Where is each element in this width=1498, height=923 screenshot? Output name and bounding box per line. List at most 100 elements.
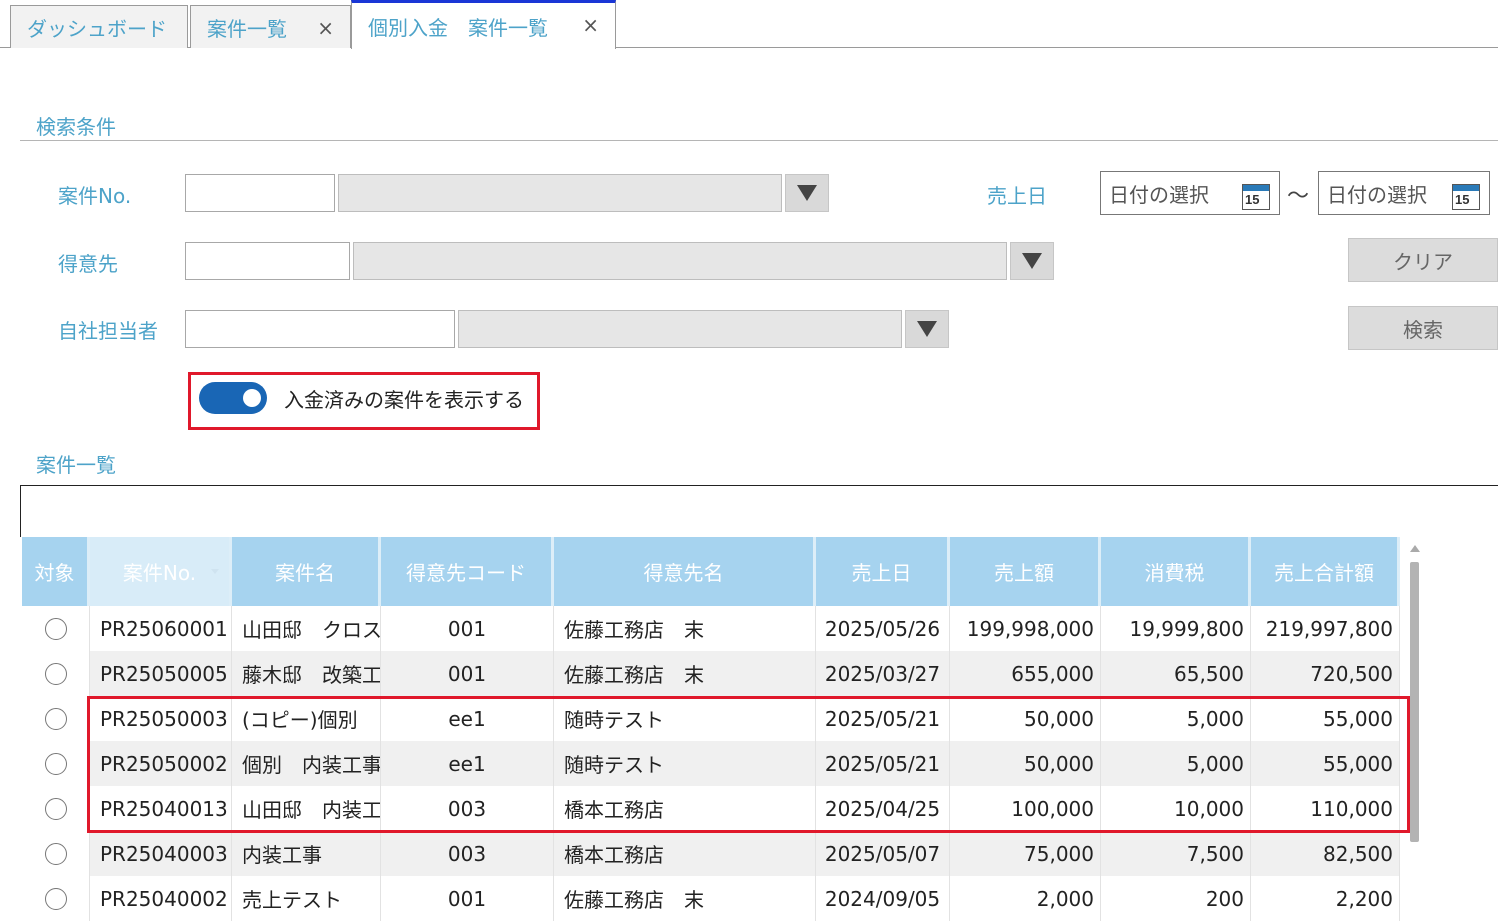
tab-individual-payment-case-list[interactable]: 個別入金 案件一覧 × (351, 0, 616, 49)
row-radio[interactable] (44, 797, 67, 820)
row-radio[interactable] (44, 842, 67, 865)
scroll-thumb[interactable] (1410, 562, 1419, 842)
cell-tax: 19,999,800 (1101, 606, 1251, 651)
customer-code-input[interactable] (185, 242, 350, 280)
cell-sales-amount: 100,000 (950, 786, 1101, 831)
cell-customer-code: 001 (381, 606, 554, 651)
show-paid-toggle-label: 入金済みの案件を表示する (284, 388, 524, 412)
tab-case-list[interactable]: 案件一覧 × (190, 5, 351, 48)
column-header-case-name[interactable]: 案件名 (232, 537, 381, 606)
cell-sales-date: 2025/05/26 (816, 606, 950, 651)
column-header-target[interactable]: 対象 (22, 537, 90, 606)
search-button[interactable]: 検索 (1348, 306, 1498, 350)
row-select-cell[interactable] (22, 696, 90, 741)
cell-total: 82,500 (1251, 831, 1400, 876)
clear-button[interactable]: クリア (1348, 238, 1498, 282)
row-radio[interactable] (44, 662, 67, 685)
staff-code-input[interactable] (185, 310, 455, 348)
cell-tax: 5,000 (1101, 741, 1251, 786)
tab-dashboard[interactable]: ダッシュボード (10, 5, 188, 48)
date-to-field[interactable]: 日付の選択 15 (1318, 171, 1490, 215)
row-select-cell[interactable] (22, 831, 90, 876)
row-select-cell[interactable] (22, 876, 90, 921)
calendar-icon[interactable]: 15 (1452, 184, 1480, 210)
row-select-cell[interactable] (22, 741, 90, 786)
column-header-customer-code[interactable]: 得意先コード (381, 537, 554, 606)
cell-case-no: PR25050003 (90, 696, 232, 741)
vertical-scrollbar[interactable] (1408, 545, 1422, 923)
cell-total: 720,500 (1251, 651, 1400, 696)
row-radio[interactable] (44, 887, 67, 910)
table-row[interactable]: PR25040003 内装工事 003 橋本工務店 2025/05/07 75,… (22, 831, 1400, 876)
calendar-day: 15 (1245, 192, 1260, 207)
column-header-case-no[interactable]: 案件No. (90, 537, 232, 606)
cell-sales-date: 2024/09/05 (816, 876, 950, 921)
row-select-cell[interactable] (22, 786, 90, 831)
table-row[interactable]: PR25050003 (コピー)個別 ee1 随時テスト 2025/05/21 … (22, 696, 1400, 741)
date-from-field[interactable]: 日付の選択 15 (1100, 171, 1280, 215)
cell-tax: 7,500 (1101, 831, 1251, 876)
column-header-sales-date[interactable]: 売上日 (816, 537, 950, 606)
case-no-label: 案件No. (58, 184, 132, 208)
cell-customer-name: 佐藤工務店 末 (554, 606, 816, 651)
calendar-day: 15 (1455, 192, 1470, 207)
cell-tax: 10,000 (1101, 786, 1251, 831)
triangle-down-icon (917, 321, 937, 337)
column-header-sales-amount[interactable]: 売上額 (950, 537, 1101, 606)
row-radio[interactable] (44, 707, 67, 730)
case-no-select[interactable] (338, 174, 782, 212)
tab-label: ダッシュボード (27, 16, 167, 41)
row-radio[interactable] (44, 752, 67, 775)
divider (20, 140, 1498, 141)
column-header-customer-name[interactable]: 得意先名 (554, 537, 816, 606)
grid-group-panel (20, 485, 1498, 537)
cell-case-name: 内装工事 (232, 831, 381, 876)
row-radio[interactable] (44, 617, 67, 640)
sales-date-label: 売上日 (987, 184, 1047, 208)
case-no-input[interactable] (185, 174, 335, 212)
cell-customer-name: 随時テスト (554, 696, 816, 741)
cell-total: 55,000 (1251, 741, 1400, 786)
cell-sales-amount: 75,000 (950, 831, 1101, 876)
show-paid-toggle-highlight: 入金済みの案件を表示する (188, 372, 540, 430)
table-row[interactable]: PR25040002 売上テスト 001 佐藤工務店 末 2024/09/05 … (22, 876, 1400, 921)
tab-bar: ダッシュボード 案件一覧 × 個別入金 案件一覧 × (0, 0, 1498, 49)
table-row[interactable]: PR25040013 山田邸 内装工 003 橋本工務店 2025/04/25 … (22, 786, 1400, 831)
close-icon[interactable]: × (582, 13, 599, 37)
staff-dropdown-button[interactable] (905, 310, 949, 348)
show-paid-toggle[interactable] (199, 382, 267, 414)
column-header-tax[interactable]: 消費税 (1101, 537, 1251, 606)
cell-case-name: 山田邸 クロス (232, 606, 381, 651)
calendar-icon[interactable]: 15 (1242, 184, 1270, 210)
cell-customer-code: ee1 (381, 696, 554, 741)
cell-sales-amount: 50,000 (950, 741, 1101, 786)
cell-case-name: 売上テスト (232, 876, 381, 921)
table-row[interactable]: PR25050002 個別 内装工事 ee1 随時テスト 2025/05/21 … (22, 741, 1400, 786)
staff-select[interactable] (458, 310, 902, 348)
cell-customer-name: 佐藤工務店 末 (554, 876, 816, 921)
case-no-dropdown-button[interactable] (785, 174, 829, 212)
date-from-placeholder: 日付の選択 (1109, 182, 1209, 207)
tab-label: 案件一覧 (207, 16, 287, 41)
cell-total: 55,000 (1251, 696, 1400, 741)
cell-case-name: 藤木邸 改築工 (232, 651, 381, 696)
cell-case-no: PR25040002 (90, 876, 232, 921)
cell-tax: 65,500 (1101, 651, 1251, 696)
cell-customer-code: 003 (381, 786, 554, 831)
list-section-title: 案件一覧 (36, 453, 116, 477)
customer-select[interactable] (353, 242, 1007, 280)
cell-sales-date: 2025/03/27 (816, 651, 950, 696)
cell-case-name: 山田邸 内装工 (232, 786, 381, 831)
table-row[interactable]: PR25060001 山田邸 クロス 001 佐藤工務店 末 2025/05/2… (22, 606, 1400, 651)
triangle-down-icon (797, 185, 817, 201)
scroll-up-arrow-icon[interactable] (1410, 545, 1420, 552)
row-select-cell[interactable] (22, 651, 90, 696)
table-row[interactable]: PR25050005 藤木邸 改築工 001 佐藤工務店 末 2025/03/2… (22, 651, 1400, 696)
cell-customer-code: ee1 (381, 741, 554, 786)
close-icon[interactable]: × (317, 16, 334, 40)
cell-case-no: PR25060001 (90, 606, 232, 651)
cell-total: 2,200 (1251, 876, 1400, 921)
row-select-cell[interactable] (22, 606, 90, 651)
customer-dropdown-button[interactable] (1010, 242, 1054, 280)
column-header-total[interactable]: 売上合計額 (1251, 537, 1400, 606)
